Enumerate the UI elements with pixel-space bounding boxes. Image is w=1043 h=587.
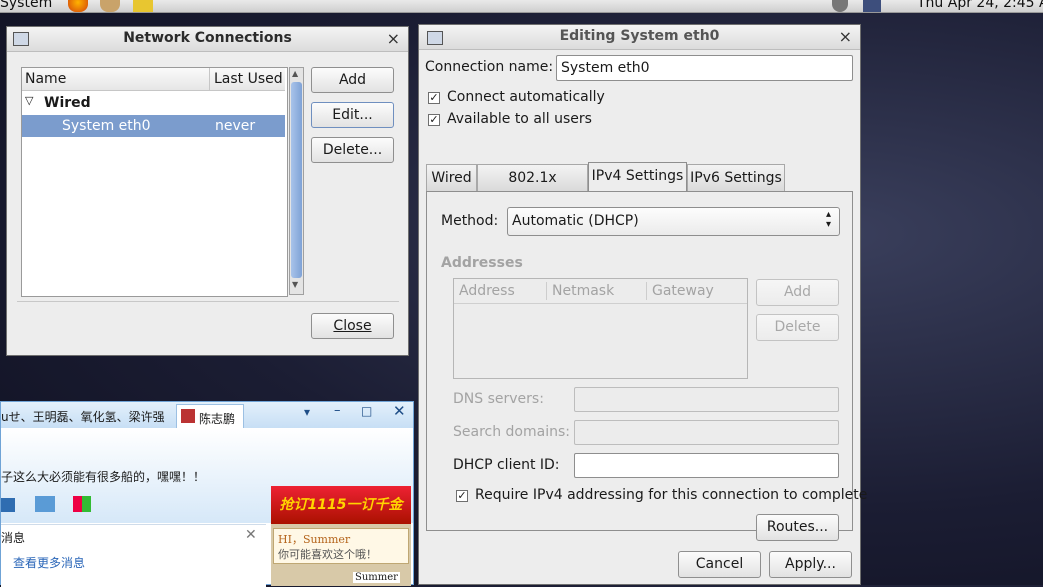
- chat-tab[interactable]: 陈志鹏: [176, 404, 244, 429]
- dropdown-icon[interactable]: ▾: [304, 405, 310, 419]
- notes-icon[interactable]: [133, 0, 153, 12]
- chat-tab-label: 陈志鹏: [199, 412, 236, 426]
- scroll-thumb[interactable]: [291, 82, 302, 278]
- apps-icon[interactable]: [73, 496, 91, 512]
- mail-icon[interactable]: [100, 0, 120, 12]
- cancel-button[interactable]: Cancel: [678, 551, 761, 578]
- row-name: System eth0: [62, 118, 151, 134]
- nm-titlebar[interactable]: Network Connections ×: [7, 27, 408, 52]
- chat-promo: HI，Summer 你可能喜欢这个哦！ Summer: [271, 524, 411, 586]
- tab-8021x-security[interactable]: 802.1x Security: [477, 164, 588, 212]
- column-divider: [646, 282, 647, 300]
- col-last-used[interactable]: Last Used: [214, 71, 283, 87]
- avatar-icon: [181, 409, 195, 423]
- promo-bubble: HI，Summer 你可能喜欢这个哦！: [273, 528, 409, 564]
- edit-connection-window: Editing System eth0 × Connection name: S…: [418, 24, 867, 585]
- connections-list[interactable]: Name Last Used ▽ Wired System eth0 never: [21, 67, 288, 297]
- row-last-used: never: [215, 118, 256, 134]
- minimize-icon[interactable]: –: [334, 403, 341, 418]
- group-label: Wired: [44, 95, 91, 111]
- ipv4-panel: Method: Automatic (DHCP) ▴ ▾ Addresses Ad…: [426, 191, 867, 541]
- system-menu[interactable]: System: [0, 0, 52, 11]
- promo-tag: Summer: [353, 572, 400, 583]
- search-domains-input[interactable]: [574, 420, 839, 445]
- col-netmask: Netmask: [552, 283, 615, 299]
- expander-icon[interactable]: ▽: [25, 94, 33, 107]
- dhcp-client-id-input[interactable]: [574, 453, 839, 478]
- maximize-icon[interactable]: □: [361, 404, 372, 418]
- search-domains-label: Search domains:: [453, 424, 570, 440]
- top-panel: System Thu Apr 24, 2:45 AI: [0, 0, 1043, 13]
- all-users-label[interactable]: Available to all users: [447, 111, 592, 127]
- edit-button[interactable]: Edit...: [311, 102, 394, 128]
- dhcp-client-id-label: DHCP client ID:: [453, 457, 560, 473]
- network-connections-window: Network Connections × Name Last Used ▽ W…: [6, 26, 409, 356]
- col-gateway: Gateway: [652, 283, 714, 299]
- list-header: Name Last Used: [22, 68, 285, 91]
- connection-name-input[interactable]: System eth0: [556, 55, 853, 81]
- column-divider: [546, 282, 547, 300]
- screen-icon[interactable]: [35, 496, 55, 512]
- edit-titlebar[interactable]: Editing System eth0 ×: [419, 25, 860, 50]
- dns-servers-input[interactable]: [574, 387, 839, 412]
- tab-wired[interactable]: Wired: [426, 164, 477, 191]
- method-select[interactable]: Automatic (DHCP) ▴ ▾: [507, 207, 840, 236]
- notice-title: 消息: [1, 531, 26, 545]
- firefox-icon[interactable]: [68, 0, 88, 12]
- address-delete-button[interactable]: Delete: [756, 314, 839, 341]
- addresses-header: Address Netmask Gateway: [454, 279, 747, 304]
- chat-message: 子这么大必须能有很多船的，嘿嘿！！: [1, 470, 206, 484]
- scrollbar[interactable]: ▲ ▼: [289, 67, 304, 295]
- group-row[interactable]: ▽ Wired: [22, 92, 285, 114]
- separator: [17, 301, 399, 302]
- method-value: Automatic (DHCP): [512, 213, 639, 229]
- require-ipv4-checkbox[interactable]: ✓: [456, 490, 468, 502]
- scroll-down-icon[interactable]: ▼: [292, 280, 298, 289]
- col-address: Address: [459, 283, 515, 299]
- all-users-checkbox[interactable]: ✓: [428, 114, 440, 126]
- apply-button[interactable]: Apply...: [769, 551, 852, 578]
- connect-automatically-checkbox[interactable]: ✓: [428, 92, 440, 104]
- network-status-icon[interactable]: [863, 0, 881, 12]
- volume-icon[interactable]: [832, 0, 848, 12]
- column-divider: [209, 68, 210, 90]
- chat-header: uせ、王明磊、氧化氢、梁许强 陈志鹏 ▾ – □ ✕: [1, 402, 413, 429]
- add-button[interactable]: Add: [311, 67, 394, 93]
- addresses-table[interactable]: Address Netmask Gateway: [453, 278, 748, 379]
- address-add-button[interactable]: Add: [756, 279, 839, 306]
- clock[interactable]: Thu Apr 24, 2:45 AI: [917, 0, 1043, 11]
- scroll-up-icon[interactable]: ▲: [292, 69, 298, 78]
- dns-servers-label: DNS servers:: [453, 391, 544, 407]
- table-row[interactable]: System eth0 never: [22, 115, 285, 137]
- chat-contacts[interactable]: uせ、王明磊、氧化氢、梁许强: [1, 408, 165, 425]
- close-icon[interactable]: ×: [839, 27, 852, 46]
- require-ipv4-label[interactable]: Require IPv4 addressing for this connect…: [475, 487, 867, 503]
- method-label: Method:: [441, 213, 499, 229]
- col-name[interactable]: Name: [25, 71, 66, 87]
- chat-notice-panel: 消息 ✕ 查看更多消息: [1, 524, 266, 587]
- close-button[interactable]: Close: [311, 313, 394, 339]
- close-icon[interactable]: ×: [387, 29, 400, 48]
- window-title: Network Connections: [123, 30, 292, 46]
- font-icon[interactable]: [1, 498, 15, 512]
- connect-automatically-label[interactable]: Connect automatically: [447, 89, 605, 105]
- addresses-heading: Addresses: [441, 255, 523, 271]
- promo-greeting: HI，Summer: [278, 533, 351, 546]
- promo-text: 你可能喜欢这个哦！: [278, 548, 377, 561]
- chat-ad-banner[interactable]: 抢订1115一订千金: [271, 486, 411, 524]
- window-title: Editing System eth0: [559, 28, 720, 44]
- tab-ipv4-settings[interactable]: IPv4 Settings: [588, 162, 687, 192]
- chevron-updown-icon: ▴ ▾: [825, 209, 831, 230]
- tab-ipv6-settings[interactable]: IPv6 Settings: [687, 164, 785, 191]
- routes-button[interactable]: Routes...: [756, 514, 839, 541]
- notice-close-icon[interactable]: ✕: [245, 527, 257, 543]
- more-messages-link[interactable]: 查看更多消息: [13, 554, 85, 571]
- close-icon[interactable]: ✕: [393, 402, 406, 420]
- delete-button[interactable]: Delete...: [311, 137, 394, 163]
- chat-window: uせ、王明磊、氧化氢、梁许强 陈志鹏 ▾ – □ ✕ 子这么大必须能有很多船的，…: [0, 401, 414, 587]
- connection-name-label: Connection name:: [425, 59, 554, 75]
